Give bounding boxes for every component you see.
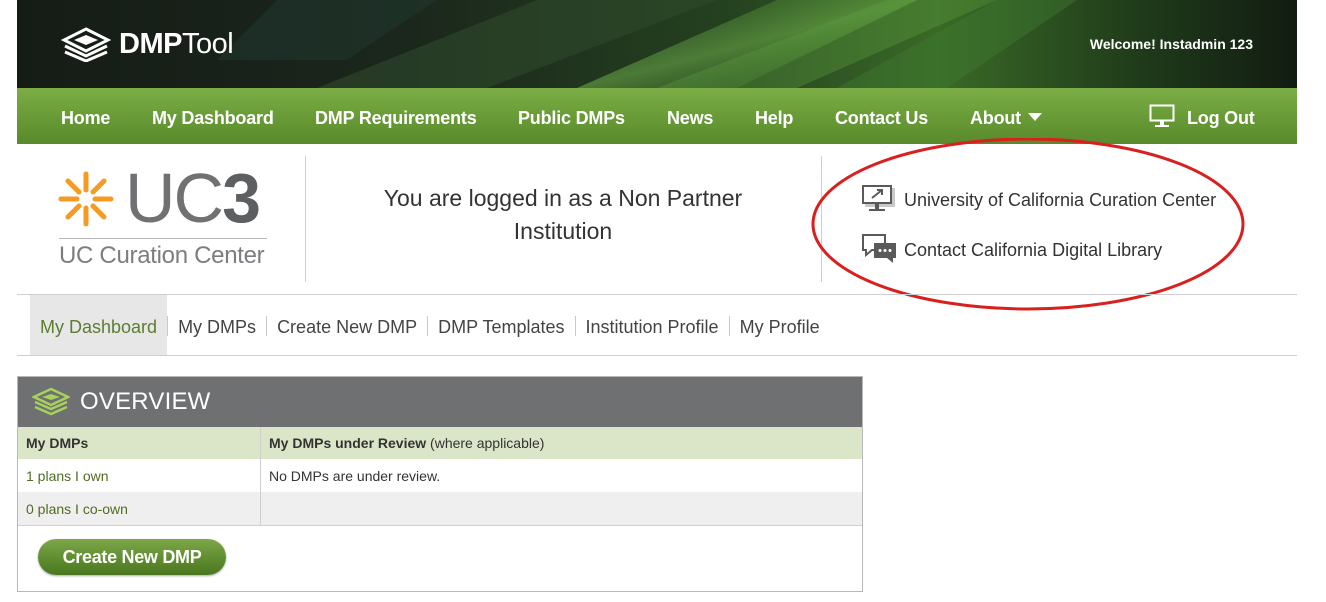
create-new-dmp-button[interactable]: Create New DMP [38, 539, 226, 575]
uc3-wordmark: UC3 [125, 159, 261, 237]
dmptool-wordmark: DMPTool [119, 28, 234, 60]
monitor-icon [1149, 104, 1175, 127]
dmptool-logo[interactable]: DMPTool [61, 26, 234, 62]
presentation-icon [862, 185, 895, 211]
nav-contact-us[interactable]: Contact Us [835, 88, 928, 144]
table-row: 0 plans I co-own [18, 492, 862, 525]
uc3-subtitle: UC Curation Center [59, 242, 265, 269]
header-banner: DMPTool Welcome! Instadmin 123 [17, 0, 1297, 88]
nav-public-dmps[interactable]: Public DMPs [518, 88, 625, 144]
nav-home[interactable]: Home [61, 88, 110, 144]
subnav-my-dashboard[interactable]: My Dashboard [30, 295, 168, 355]
nav-news[interactable]: News [667, 88, 713, 144]
table-header-row: My DMPs My DMPs under Review (where appl… [18, 427, 862, 459]
col-my-dmps: My DMPs [18, 427, 261, 459]
nav-about-label: About [970, 108, 1021, 128]
subnav-my-dmps[interactable]: My DMPs [168, 295, 266, 355]
table-row: 1 plans I own No DMPs are under review. [18, 459, 862, 492]
layers-icon [32, 387, 70, 416]
nav-my-dashboard[interactable]: My Dashboard [152, 88, 274, 144]
uc3-starburst-icon [58, 171, 114, 227]
overview-panel: OVERVIEW My DMPs My DMPs under Review (w… [17, 376, 863, 592]
welcome-prefix: Welcome! [1089, 36, 1156, 52]
overview-table: My DMPs My DMPs under Review (where appl… [18, 427, 862, 525]
curation-center-link[interactable]: University of California Curation Center [860, 182, 1216, 232]
nav-dmp-requirements[interactable]: DMP Requirements [315, 88, 477, 144]
subnav-create-new-dmp[interactable]: Create New DMP [267, 295, 427, 355]
divider [305, 156, 306, 282]
dashboard-subnav: My Dashboard My DMPs Create New DMP DMP … [30, 295, 830, 355]
nav-about[interactable]: About [970, 88, 1042, 144]
welcome-message: Welcome! Instadmin 123 [1090, 36, 1253, 52]
main-nav: Home My Dashboard DMP Requirements Publi… [17, 88, 1297, 144]
review-status-empty [260, 492, 862, 525]
welcome-user: Instadmin 123 [1159, 36, 1253, 52]
overview-header: OVERVIEW [18, 377, 862, 427]
chat-icon [862, 234, 896, 263]
overview-footer: Create New DMP [18, 525, 862, 590]
logout-label: Log Out [1187, 108, 1255, 128]
curation-center-label: University of California Curation Center [904, 190, 1217, 210]
caret-down-icon [1027, 113, 1042, 121]
plans-owned-link[interactable]: 1 plans I own [18, 459, 261, 492]
login-status-line1: You are logged in as a Non Partner [383, 185, 743, 211]
subnav-institution-profile[interactable]: Institution Profile [576, 295, 729, 355]
subnav-dmp-templates[interactable]: DMP Templates [428, 295, 574, 355]
logout-button[interactable]: Log Out [1149, 88, 1255, 144]
divider [821, 156, 822, 282]
contact-cdl-label: Contact California Digital Library [904, 240, 1163, 260]
institution-links: University of California Curation Center… [860, 182, 1216, 282]
institution-bar: UC3 UC Curation Center You are logged in… [17, 144, 1297, 294]
nav-help[interactable]: Help [755, 88, 793, 144]
review-status: No DMPs are under review. [269, 467, 441, 484]
overview-title: OVERVIEW [80, 388, 211, 415]
section-rule [17, 355, 1297, 356]
login-status: You are logged in as a Non Partner Insti… [347, 182, 779, 248]
uc3-divider [59, 238, 267, 239]
plans-coowned-link[interactable]: 0 plans I co-own [18, 492, 261, 525]
col-under-review: My DMPs under Review (where applicable) [260, 427, 862, 459]
dmptool-logo-icon [61, 27, 111, 62]
login-status-line2: Institution [513, 218, 613, 244]
contact-cdl-link[interactable]: Contact California Digital Library [860, 232, 1216, 282]
subnav-my-profile[interactable]: My Profile [730, 295, 830, 355]
